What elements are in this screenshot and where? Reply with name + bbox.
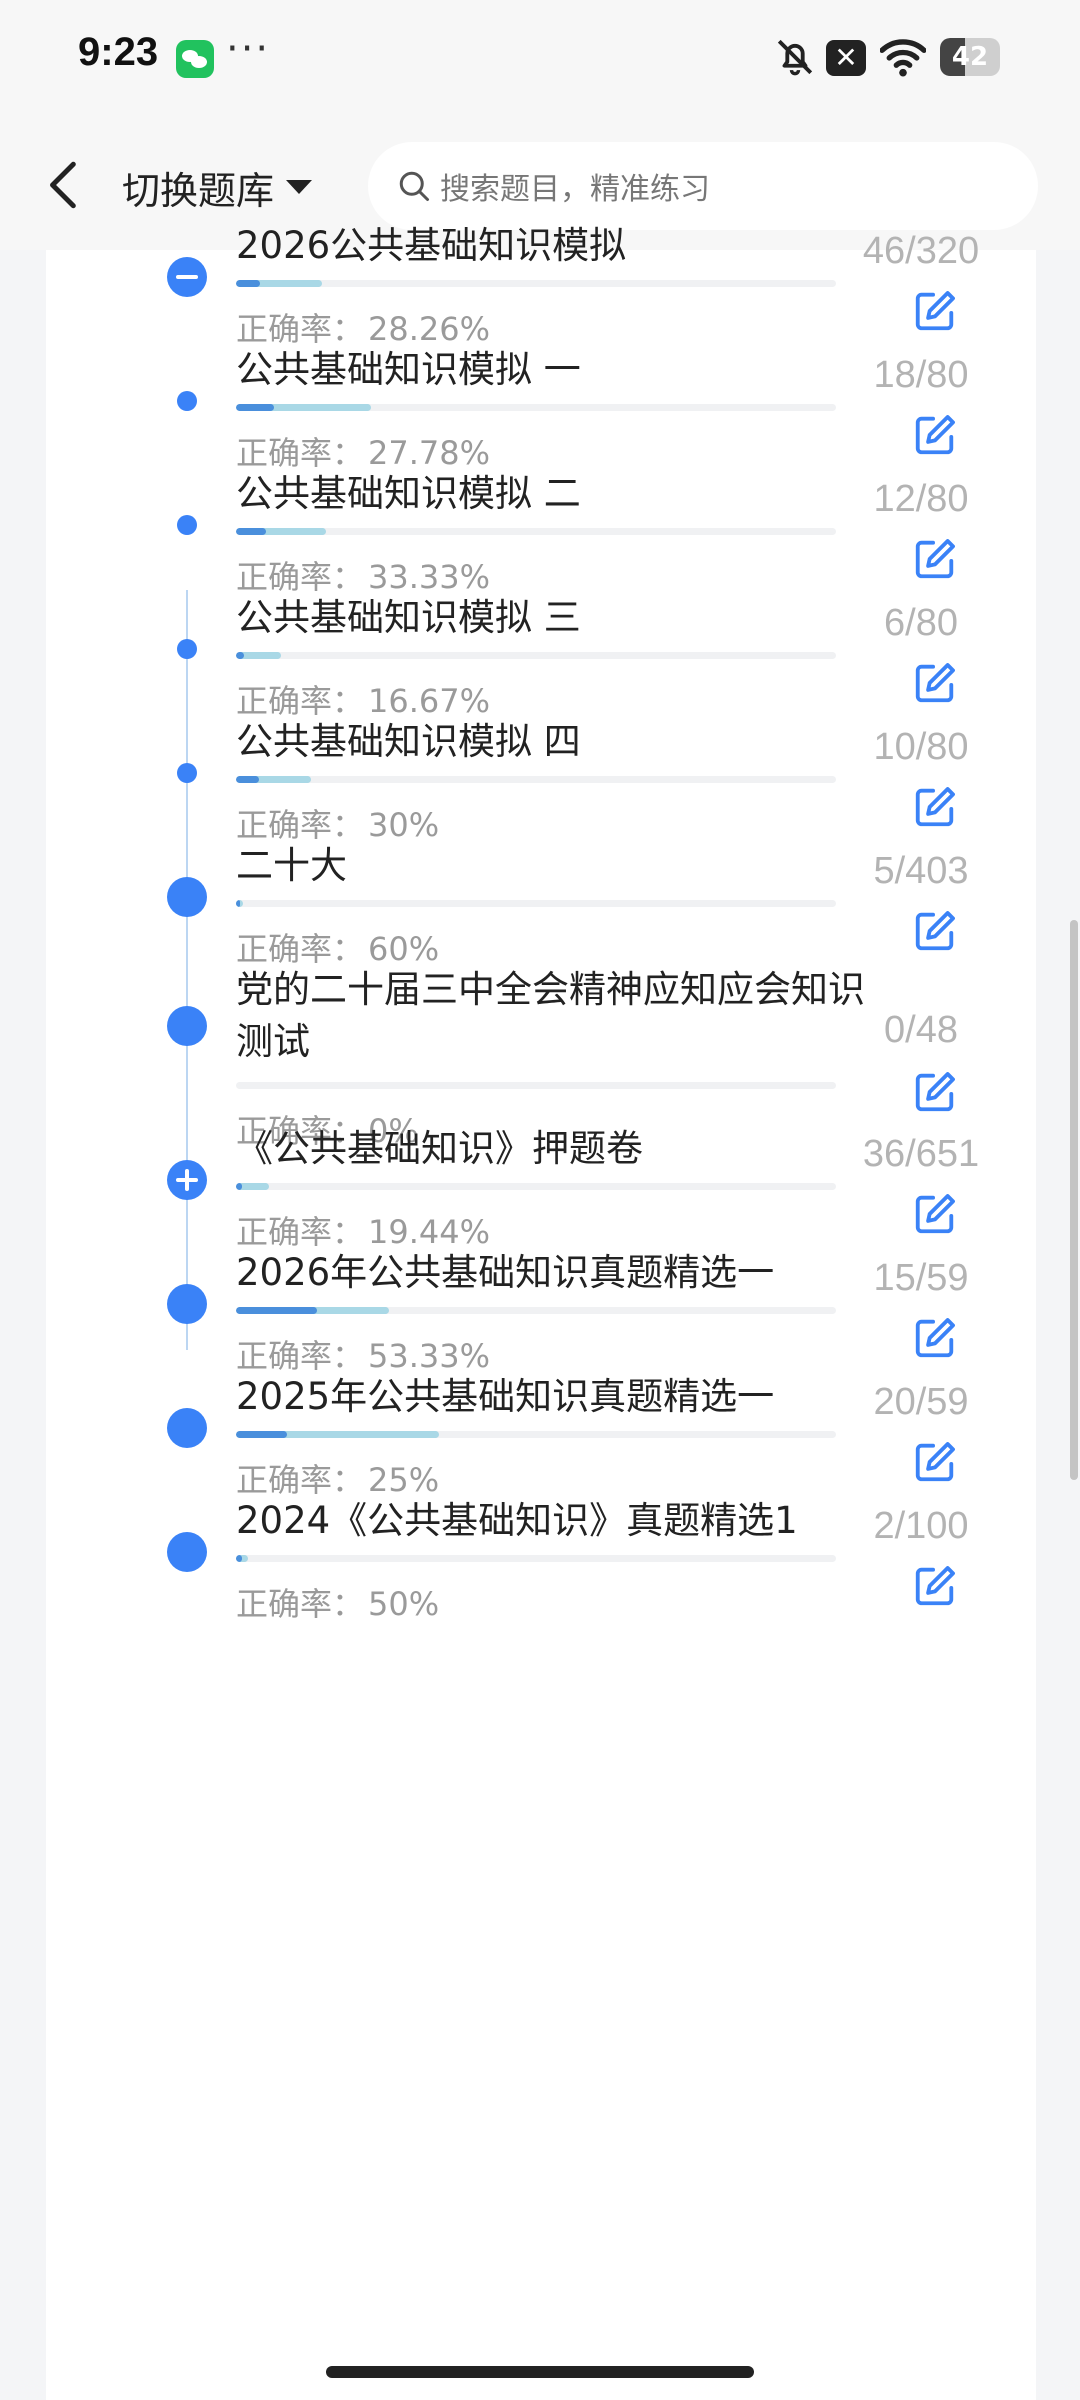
question-bank-item[interactable]: 党的二十届三中全会精神应知应会知识测试 正确率： 0% 0/48: [46, 914, 1036, 1150]
timeline-small-dot-icon: [177, 391, 197, 411]
accuracy-label: 正确率：: [236, 1585, 365, 1623]
progress-count: 12/80: [873, 478, 969, 520]
item-title: 二十大: [236, 844, 347, 887]
timeline-small-dot-icon: [177, 639, 197, 659]
progress-count: 46/320: [862, 230, 980, 272]
item-title: 公共基础知识模拟 三: [236, 596, 581, 639]
progress-bar: [236, 1555, 836, 1562]
timeline-dot-icon: [167, 1532, 207, 1572]
expand-plus-icon[interactable]: [167, 1160, 207, 1200]
progress-correct-fill: [236, 1307, 318, 1314]
progress-count: 6/80: [884, 602, 958, 644]
progress-correct-fill: [236, 280, 261, 287]
item-title: 《公共基础知识》押题卷: [236, 1127, 643, 1170]
accuracy-rate: 正确率： 50%: [236, 1579, 439, 1625]
status-time: 9:23: [78, 30, 159, 74]
progress-count: 5/403: [873, 850, 969, 892]
question-bank-item[interactable]: 公共基础知识模拟 一正确率： 27.78% 18/80: [46, 294, 1036, 472]
progress-bar: [236, 1431, 836, 1438]
bell-off-icon: [777, 39, 813, 76]
item-title: 公共基础知识模拟 一: [236, 348, 581, 391]
progress-correct-fill: [236, 1555, 242, 1562]
item-title: 公共基础知识模拟 二: [236, 472, 581, 515]
timeline-small-dot-icon: [177, 763, 197, 783]
progress-bar: [236, 652, 836, 659]
progress-count: 36/651: [862, 1133, 980, 1175]
progress-count: 18/80: [873, 354, 969, 396]
home-indicator[interactable]: [326, 2366, 754, 2378]
progress-count: 10/80: [873, 726, 969, 768]
progress-correct-fill: [236, 900, 241, 907]
item-title: 公共基础知识模拟 四: [236, 720, 581, 763]
scrollbar[interactable]: [1070, 920, 1078, 1480]
item-title: 2024《公共基础知识》真题精选1: [236, 1499, 798, 1542]
progress-correct-fill: [236, 776, 259, 783]
battery-level-text: 42: [951, 42, 989, 72]
progress-correct-fill: [236, 404, 274, 411]
progress-count: 20/59: [873, 1381, 969, 1423]
question-bank-item[interactable]: 《公共基础知识》押题卷 正确率： 19.44% 36/651: [46, 1073, 1036, 1251]
accuracy-value: 50%: [368, 1585, 440, 1623]
more-notifications-icon: ···: [226, 26, 271, 72]
timeline-dot-icon: [167, 1284, 207, 1324]
progress-bar: [236, 528, 836, 535]
progress-correct-fill: [236, 652, 244, 659]
question-bank-item[interactable]: 公共基础知识模拟 三正确率： 16.67% 6/80: [46, 542, 1036, 720]
wifi-icon: [880, 39, 926, 77]
item-title: 党的二十届三中全会精神应知应会知识测试: [236, 968, 865, 1063]
progress-count: 0/48: [884, 1009, 958, 1051]
question-bank-item[interactable]: 公共基础知识模拟 四正确率： 30% 10/80: [46, 666, 1036, 844]
progress-bar: [236, 776, 836, 783]
timeline-dot-icon: [167, 1006, 207, 1046]
question-bank-item[interactable]: 二十大 正确率： 60% 5/403: [46, 790, 1036, 968]
battery-icon: 42: [940, 38, 1000, 76]
progress-bar: [236, 900, 836, 907]
timeline-dot-icon: [167, 877, 207, 917]
collapse-minus-icon[interactable]: [167, 257, 207, 297]
question-bank-item[interactable]: 2026公共基础知识模拟 正确率： 28.26% 46/320: [46, 170, 1036, 348]
status-bar: 9:23 ··· ✕ 42: [0, 0, 1080, 120]
progress-bar: [236, 404, 836, 411]
progress-bar: [236, 1307, 836, 1314]
question-bank-item[interactable]: 2024《公共基础知识》真题精选1 正确率： 50% 2/100: [46, 1445, 1036, 1623]
close-box-icon: ✕: [826, 40, 866, 76]
progress-bar: [236, 280, 836, 287]
progress-correct-fill: [236, 528, 266, 535]
wechat-icon: [176, 40, 214, 78]
question-bank-item[interactable]: 2026年公共基础知识真题精选一 正确率： 53.33% 15/59: [46, 1197, 1036, 1375]
progress-correct-fill: [236, 1431, 287, 1438]
progress-bar: [236, 1183, 836, 1190]
progress-count: 15/59: [873, 1257, 969, 1299]
item-title: 2026公共基础知识模拟: [236, 224, 627, 267]
question-bank-item[interactable]: 公共基础知识模拟 二正确率： 33.33% 12/80: [46, 418, 1036, 596]
item-title: 2026年公共基础知识真题精选一: [236, 1251, 775, 1294]
question-bank-item[interactable]: 2025年公共基础知识真题精选一 正确率： 25% 20/59: [46, 1321, 1036, 1499]
edit-practice-icon[interactable]: [912, 1563, 958, 1609]
question-bank-list: 2026公共基础知识模拟 正确率： 28.26% 46/320 公共基础知识模拟 一正确…: [46, 224, 1036, 2400]
progress-count: 2/100: [873, 1505, 969, 1547]
timeline-small-dot-icon: [177, 515, 197, 535]
item-title: 2025年公共基础知识真题精选一: [236, 1375, 775, 1418]
timeline-dot-icon: [167, 1408, 207, 1448]
